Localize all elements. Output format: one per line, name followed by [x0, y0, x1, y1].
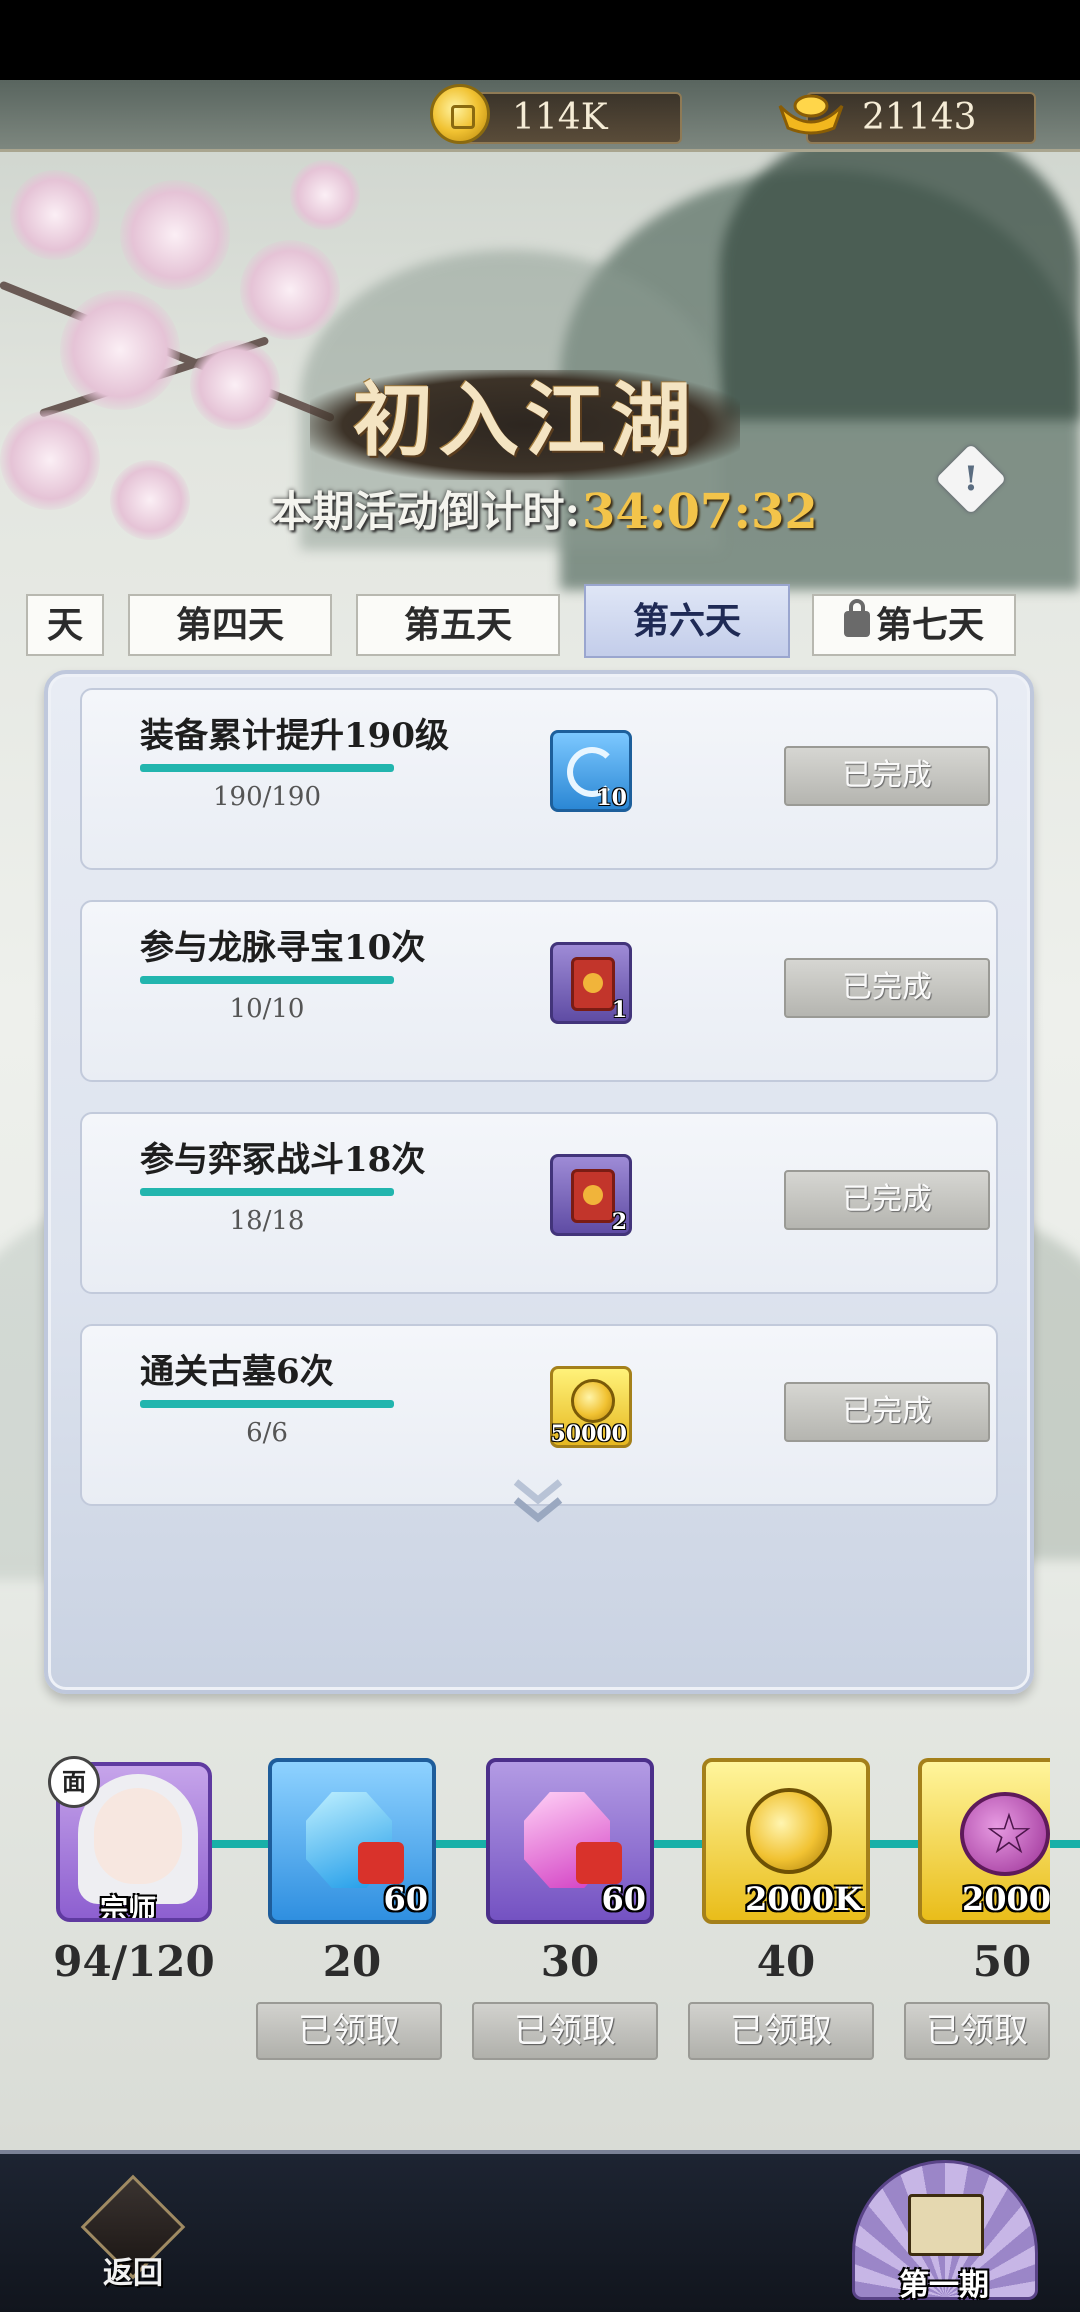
reward-count: 60	[383, 1880, 428, 1918]
blue-swirl-icon[interactable]: 10	[550, 730, 632, 812]
completed-button[interactable]: 已完成	[784, 746, 990, 806]
reward-count: 2000K	[745, 1880, 862, 1918]
claimed-button[interactable]: 已领取	[472, 2002, 658, 2060]
tab-day-seven-label: 第七天	[875, 604, 984, 646]
milestone-threshold: 20	[322, 1937, 382, 1986]
completed-button[interactable]: 已完成	[784, 1382, 990, 1442]
scroll-down-chevron-icon[interactable]	[510, 1476, 566, 1526]
claimed-button[interactable]: 已领取	[904, 2002, 1050, 2060]
coin-amount: 114K	[512, 97, 608, 138]
reward-count: 2000K	[962, 1880, 1050, 1918]
lock-icon	[843, 599, 870, 637]
milestone-threshold: 30	[540, 1937, 600, 1986]
task-progress: 10/10	[229, 994, 305, 1024]
ingot-amount: 21143	[862, 97, 977, 138]
scroll-icon[interactable]: 1	[550, 942, 632, 1024]
reward-count: 10	[596, 785, 627, 811]
tab-day-six[interactable]: 第六天	[584, 584, 790, 658]
event-title: 初入江湖	[353, 373, 697, 467]
gold-coin-icon[interactable]: 2000K	[702, 1758, 870, 1924]
progress-bar	[140, 764, 394, 772]
avatar-face	[94, 1788, 182, 1884]
back-label: 返回	[103, 2256, 163, 2291]
task-row: 参与弈冢战斗18次 18/18 2 已完成	[80, 1112, 998, 1294]
scroll-icon[interactable]: 2	[550, 1154, 632, 1236]
shrine-icon	[908, 2194, 984, 2256]
period-label: 第一期	[899, 2268, 989, 2303]
progress-bar	[140, 1188, 394, 1196]
reward-count: 50000	[550, 1421, 627, 1447]
task-progress: 18/18	[229, 1206, 305, 1236]
completed-button[interactable]: 已完成	[784, 958, 990, 1018]
avatar-rank-tag: 宗师	[100, 1893, 157, 1922]
task-row: 装备累计提升190级 190/190 10 已完成	[80, 688, 998, 870]
gold-ingot-icon	[778, 94, 844, 135]
claimed-button[interactable]: 已领取	[688, 2002, 874, 2060]
milestone-points: 94/120	[53, 1937, 215, 1986]
coin-icon	[430, 84, 490, 144]
puzzle-piece-icon	[576, 1842, 622, 1884]
task-title: 参与弈冢战斗18次	[140, 1140, 426, 1180]
progress-bar	[140, 976, 394, 984]
exclamation-icon: !	[963, 459, 979, 499]
claimed-button[interactable]: 已领取	[256, 2002, 442, 2060]
reward-count: 60	[601, 1880, 646, 1918]
avatar-badge: 面	[48, 1756, 100, 1808]
scroll-graphic	[571, 1169, 615, 1223]
purple-token-icon[interactable]: 2000K	[918, 1758, 1050, 1924]
task-title: 通关古墓6次	[140, 1352, 334, 1392]
task-row: 参与龙脉寻宝10次 10/10 1 已完成	[80, 900, 998, 1082]
coin-graphic	[571, 1379, 615, 1423]
milestone-threshold: 40	[756, 1937, 816, 1986]
token-graphic	[960, 1792, 1050, 1876]
tab-day-five[interactable]: 第五天	[356, 594, 560, 656]
puzzle-piece-icon	[358, 1842, 404, 1884]
tab-day-four[interactable]: 第四天	[128, 594, 332, 656]
tab-day-seven[interactable]: 第七天	[812, 594, 1016, 656]
milestone-threshold: 50	[972, 1937, 1032, 1986]
status-bar-area	[0, 0, 1080, 80]
reward-count: 2	[611, 1209, 627, 1235]
info-button[interactable]: !	[935, 443, 1007, 515]
task-progress: 6/6	[246, 1418, 288, 1448]
coin-graphic	[746, 1788, 832, 1874]
coin-icon[interactable]: 50000	[550, 1366, 632, 1448]
scroll-graphic	[571, 957, 615, 1011]
period-button[interactable]: 第一期	[846, 2160, 1042, 2306]
completed-button[interactable]: 已完成	[784, 1170, 990, 1230]
tab-day-three[interactable]: 天	[26, 594, 104, 656]
countdown-label: 本期活动倒计时:	[270, 487, 580, 536]
task-progress: 190/190	[212, 782, 321, 812]
pink-gem-fragment-icon[interactable]: 60	[486, 1758, 654, 1924]
task-title: 装备累计提升190级	[140, 716, 449, 756]
back-button[interactable]: 返回	[78, 2174, 188, 2292]
reward-count: 1	[611, 997, 627, 1023]
blue-gem-fragment-icon[interactable]: 60	[268, 1758, 436, 1924]
countdown-timer: 34:07:32	[582, 484, 818, 540]
progress-bar	[140, 1400, 394, 1408]
task-title: 参与龙脉寻宝10次	[140, 928, 426, 968]
